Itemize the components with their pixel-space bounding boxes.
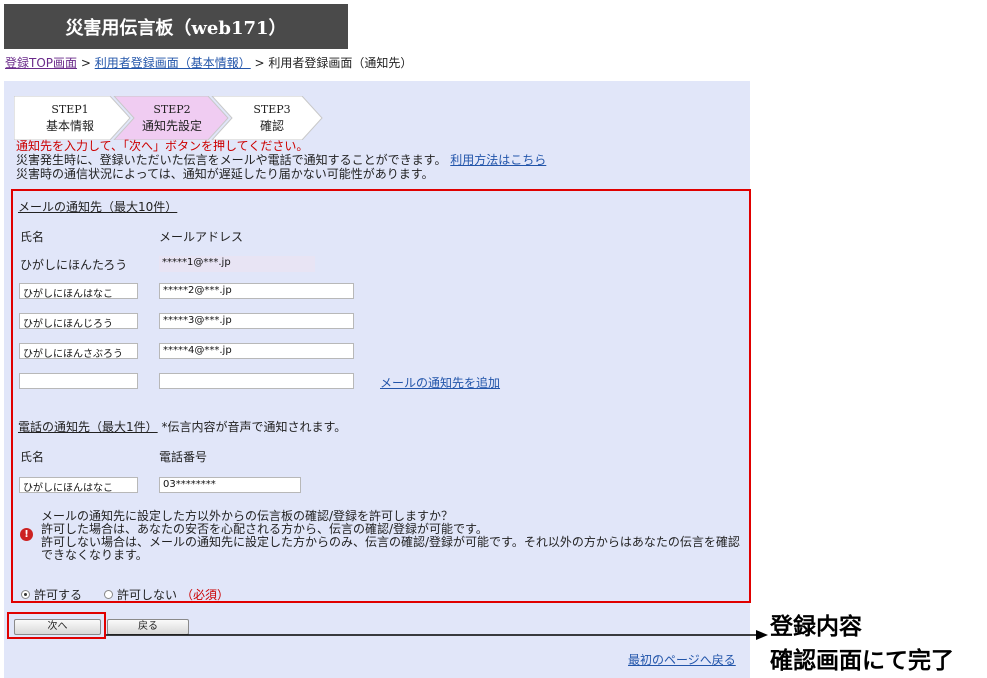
breadcrumb: 登録TOP画面 > 利用者登録画面（基本情報） > 利用者登録画面（通知先） <box>5 54 412 71</box>
breadcrumb-separator: > <box>77 56 95 70</box>
mail-name-input[interactable]: ひがしにほんはなこ <box>19 283 138 300</box>
instruction-line: 災害発生時に、登録いただいた伝言をメールや電話で通知することができます。 <box>16 153 447 167</box>
annotation-arrow <box>106 630 768 640</box>
permission-text: メールの通知先に設定した方以外からの伝言板の確認/登録を許可しますか？ 許可した… <box>41 510 747 562</box>
permission-options: 許可する 許可しない （必須） <box>21 586 229 603</box>
instruction-line: 通知先を入力して、「次へ」ボタンを押してください。 <box>16 139 309 153</box>
step-2-label: 通知先設定 <box>141 119 202 133</box>
step-indicator: STEP1 基本情報 STEP2 通知先設定 STEP3 確認 <box>14 96 324 140</box>
step-3-label: 確認 <box>259 119 284 133</box>
permission-deny-note: 許可しない場合は、メールの通知先に設定した方からのみ、伝言の確認/登録が可能です… <box>41 535 740 562</box>
mail-section-title: メールの通知先（最大10件） <box>18 200 178 214</box>
phone-section-title: 電話の通知先（最大1件） <box>18 420 158 434</box>
annotation-line-2: 確認画面にて完了 <box>770 648 954 674</box>
required-mark: （必須） <box>181 588 230 602</box>
mail-address-input[interactable] <box>159 373 354 389</box>
app-title: 災害用伝言板（web171） <box>4 4 348 49</box>
phone-name-header: 氏名 <box>20 450 45 464</box>
breadcrumb-current: 利用者登録画面（通知先） <box>268 56 413 70</box>
add-mail-recipient-link[interactable]: メールの通知先を追加 <box>380 374 500 391</box>
deny-radio[interactable] <box>104 590 114 599</box>
step-1: STEP1 基本情報 <box>22 96 118 140</box>
annotation-line-1: 登録内容 <box>770 614 862 640</box>
next-button[interactable]: 次へ <box>14 619 101 635</box>
warning-icon: ! <box>20 528 33 541</box>
breadcrumb-registration-top[interactable]: 登録TOP画面 <box>5 56 77 70</box>
step-3: STEP3 確認 <box>224 96 320 140</box>
mail-name-input[interactable]: ひがしにほんじろう <box>19 313 138 330</box>
breadcrumb-separator: > <box>250 56 269 70</box>
phone-section-heading: 電話の通知先（最大1件） *伝言内容が音声で通知されます。 <box>18 418 346 435</box>
mail-address-input[interactable]: *****4@***.jp <box>159 343 354 359</box>
instruction-line: 災害時の通信状況によっては、通知が遅延したり届かない可能性があります。 <box>16 167 434 181</box>
mail-address-header: メールアドレス <box>159 230 244 244</box>
step-1-label: 基本情報 <box>45 119 94 133</box>
step-2-number: STEP2 <box>153 103 191 116</box>
mail-address-input[interactable]: *****2@***.jp <box>159 283 354 299</box>
step-2: STEP2 通知先設定 <box>124 96 220 140</box>
phone-section-note: *伝言内容が音声で通知されます。 <box>161 420 347 434</box>
mail-name-input[interactable]: ひがしにほんさぶろう <box>19 343 138 360</box>
back-to-first-page-link[interactable]: 最初のページへ戻る <box>628 651 736 668</box>
owner-email: *****1@***.jp <box>159 256 315 272</box>
allow-radio[interactable] <box>21 590 30 599</box>
instructions: 通知先を入力して、「次へ」ボタンを押してください。 災害発生時に、登録いただいた… <box>16 139 546 181</box>
phone-number-header: 電話番号 <box>159 450 208 464</box>
phone-number-input[interactable]: 03******** <box>159 477 301 493</box>
mail-address-input[interactable]: *****3@***.jp <box>159 313 354 329</box>
owner-name: ひがしにほんたろう <box>20 258 128 272</box>
breadcrumb-basic-info[interactable]: 利用者登録画面（基本情報） <box>95 56 251 70</box>
allow-label[interactable]: 許可する <box>34 586 82 603</box>
mail-name-header: 氏名 <box>20 230 45 244</box>
step-1-number: STEP1 <box>51 103 89 116</box>
mail-name-input[interactable] <box>19 373 138 389</box>
phone-name-input[interactable]: ひがしにほんはなこ <box>19 477 138 494</box>
step-3-number: STEP3 <box>253 103 291 116</box>
deny-label[interactable]: 許可しない <box>117 586 177 603</box>
help-link[interactable]: 利用方法はこちら <box>450 153 546 167</box>
